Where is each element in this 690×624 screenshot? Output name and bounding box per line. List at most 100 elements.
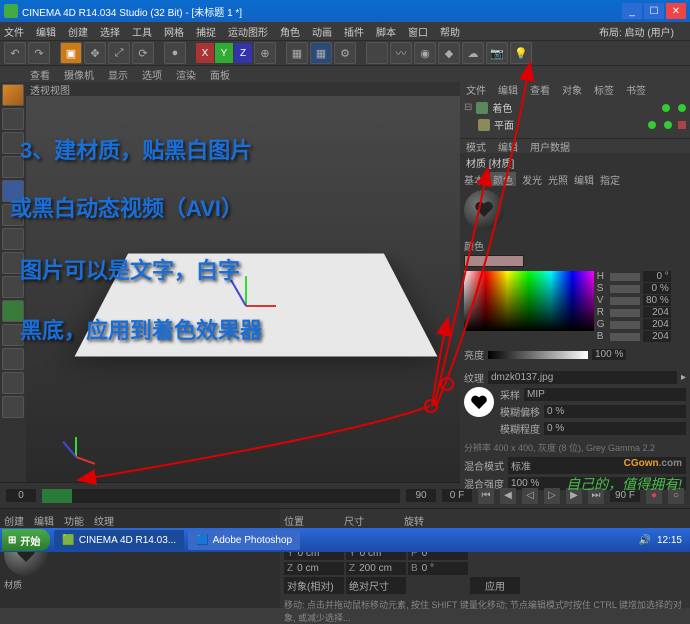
tab-assign[interactable]: 指定 <box>600 172 620 186</box>
spline-tool[interactable]: 〰 <box>390 42 412 64</box>
light-tool[interactable]: 💡 <box>510 42 532 64</box>
am-userdata[interactable]: 用户数据 <box>530 139 570 153</box>
undo-button[interactable]: ↶ <box>4 42 26 64</box>
tab-luminance[interactable]: 发光 <box>522 172 542 186</box>
texture-file-field[interactable]: dmzk0137.jpg <box>488 371 677 384</box>
play-back-button[interactable]: ◁ <box>522 488 538 504</box>
menu-help[interactable]: 帮助 <box>440 24 460 39</box>
v-value[interactable]: 80 % <box>643 295 671 306</box>
recent-tool[interactable]: ● <box>164 42 186 64</box>
timeline-track[interactable] <box>42 489 400 503</box>
menu-file[interactable]: 文件 <box>4 24 24 39</box>
om-view[interactable]: 查看 <box>530 82 550 96</box>
start-button[interactable]: ⊞ 开始 <box>2 529 50 551</box>
prev-frame-button[interactable]: ◀ <box>500 488 516 504</box>
maximize-button[interactable]: ☐ <box>644 3 664 19</box>
material-preview[interactable] <box>460 186 690 234</box>
vp-options[interactable]: 选项 <box>142 67 162 82</box>
object-row-shader[interactable]: ⊟ 着色 <box>464 100 686 115</box>
y-axis-toggle[interactable]: Y <box>215 43 233 63</box>
scale-tool[interactable]: ⤢ <box>108 42 130 64</box>
brightness-slider[interactable] <box>488 351 588 359</box>
pos-z[interactable]: 0 cm <box>297 563 319 574</box>
menu-character[interactable]: 角色 <box>280 24 300 39</box>
mm-create[interactable]: 创建 <box>4 513 24 528</box>
mm-edit[interactable]: 编辑 <box>34 513 54 528</box>
r-value[interactable]: 204 <box>643 307 671 318</box>
rot-b[interactable]: 0 ° <box>422 563 434 574</box>
menu-select[interactable]: 选择 <box>100 24 120 39</box>
texture-thumbnail[interactable] <box>464 387 494 417</box>
cube-primitive[interactable] <box>366 42 388 64</box>
render-pv[interactable]: ▦ <box>310 42 332 64</box>
render-view[interactable]: ▦ <box>286 42 308 64</box>
coord-mode2[interactable]: 绝对尺寸 <box>346 577 406 594</box>
taskbar-item-c4d[interactable]: 🟩CINEMA 4D R14.03... <box>54 530 184 550</box>
menu-mograph[interactable]: 运动图形 <box>228 24 268 39</box>
om-bookmarks[interactable]: 书签 <box>626 82 646 96</box>
g-value[interactable]: 204 <box>643 319 671 330</box>
menu-snap[interactable]: 捕捉 <box>196 24 216 39</box>
close-button[interactable]: ✕ <box>666 3 686 19</box>
make-editable[interactable] <box>2 84 24 106</box>
om-edit[interactable]: 编辑 <box>498 82 518 96</box>
move-tool[interactable]: ✥ <box>84 42 106 64</box>
menu-mesh[interactable]: 网格 <box>164 24 184 39</box>
material-manager[interactable]: 创建 编辑 功能 纹理 材质 <box>0 509 280 608</box>
h-value[interactable]: 0 ° <box>643 271 671 282</box>
lock-workplane[interactable] <box>2 372 24 394</box>
tab-basic[interactable]: 基本 <box>464 172 484 186</box>
om-file[interactable]: 文件 <box>466 82 486 96</box>
layout-selector[interactable]: 布局: 启动 (用户) <box>599 24 674 39</box>
taskbar-item-ps[interactable]: 🟦Adobe Photoshop <box>188 530 300 550</box>
blur-offset-value[interactable]: 0 % <box>544 405 686 418</box>
om-tags[interactable]: 标签 <box>594 82 614 96</box>
menu-plugins[interactable]: 插件 <box>344 24 364 39</box>
material-tag-icon[interactable] <box>678 121 686 129</box>
tab-illumination[interactable]: 光照 <box>548 172 568 186</box>
timeline-end[interactable]: 90 <box>406 489 436 502</box>
rotate-tool[interactable]: ⟳ <box>132 42 154 64</box>
menu-script[interactable]: 脚本 <box>376 24 396 39</box>
timeline-start[interactable]: 0 <box>6 489 36 502</box>
vp-view[interactable]: 查看 <box>30 67 50 82</box>
goto-start-button[interactable]: ⏮ <box>478 488 494 504</box>
tray-icon[interactable]: 🔊 <box>639 535 651 546</box>
vp-camera[interactable]: 摄像机 <box>64 67 94 82</box>
b-value[interactable]: 204 <box>643 331 671 342</box>
timeline-cur[interactable]: 0 F <box>442 489 472 502</box>
deformer-tool[interactable]: ◆ <box>438 42 460 64</box>
model-mode[interactable] <box>2 108 24 130</box>
system-tray[interactable]: 🔊 12:15 <box>633 535 688 546</box>
generator-tool[interactable]: ◉ <box>414 42 436 64</box>
minimize-button[interactable]: _ <box>622 3 642 19</box>
tab-color[interactable]: 颜色 <box>490 172 516 186</box>
vp-filter[interactable]: 渲染 <box>176 67 196 82</box>
am-edit[interactable]: 编辑 <box>498 139 518 153</box>
object-row-plane[interactable]: 平面 <box>464 117 686 132</box>
color-swatch[interactable] <box>464 255 524 267</box>
mm-function[interactable]: 功能 <box>64 513 84 528</box>
texture-browse-icon[interactable]: ▸ <box>681 372 686 383</box>
material-name[interactable]: 材质 <box>4 578 276 591</box>
poly-mode[interactable] <box>2 228 24 250</box>
coord-system[interactable]: ⊕ <box>254 42 276 64</box>
menu-create[interactable]: 创建 <box>68 24 88 39</box>
vp-panel[interactable]: 面板 <box>210 67 230 82</box>
render-settings[interactable]: ⚙ <box>334 42 356 64</box>
color-picker-field[interactable] <box>464 271 594 331</box>
menu-window[interactable]: 窗口 <box>408 24 428 39</box>
am-mode[interactable]: 模式 <box>466 139 486 153</box>
z-axis-toggle[interactable]: Z <box>234 43 252 63</box>
camera-tool[interactable]: 📷 <box>486 42 508 64</box>
menu-edit[interactable]: 编辑 <box>36 24 56 39</box>
environment-tool[interactable]: ☁ <box>462 42 484 64</box>
menu-tools[interactable]: 工具 <box>132 24 152 39</box>
clock[interactable]: 12:15 <box>657 535 682 546</box>
blur-scale-value[interactable]: 0 % <box>544 422 686 435</box>
workplane-tool[interactable] <box>2 348 24 370</box>
mm-texture[interactable]: 纹理 <box>94 513 114 528</box>
om-objects[interactable]: 对象 <box>562 82 582 96</box>
sampling-value[interactable]: MIP <box>524 388 686 401</box>
coord-mode1[interactable]: 对象(相对) <box>284 577 344 594</box>
